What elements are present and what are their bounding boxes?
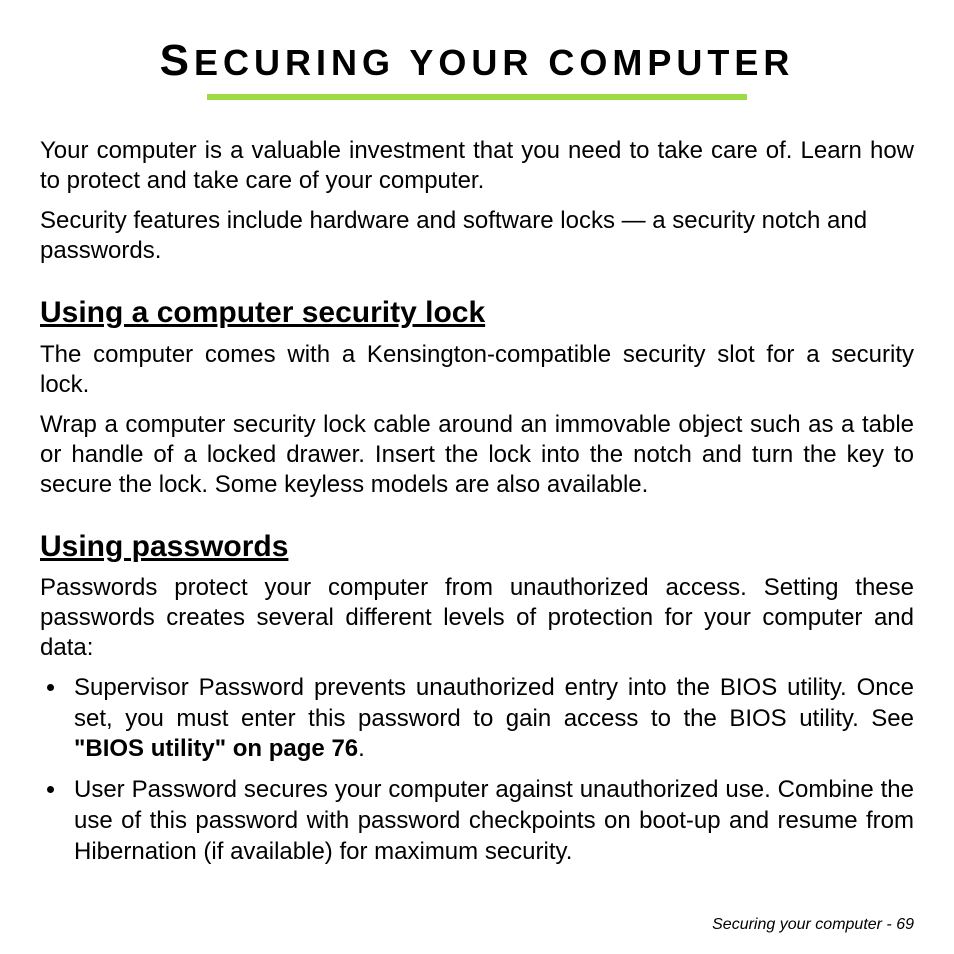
list-item: User Password secures your computer agai… [68, 775, 914, 867]
list-item: Supervisor Password prevents unauthorize… [68, 673, 914, 765]
body-text: Your computer is a valuable investment t… [40, 136, 914, 867]
bullet-text-pre: Supervisor Password prevents unauthorize… [74, 674, 914, 732]
section-heading-security-lock: Using a computer security lock [40, 294, 914, 332]
bullet-text-pre: User Password secures your computer agai… [74, 776, 914, 864]
page-title-wrap: SECURING YOUR COMPUTER [40, 36, 914, 100]
document-page: SECURING YOUR COMPUTER Your computer is … [0, 0, 954, 954]
section1-paragraph-2: Wrap a computer security lock cable arou… [40, 410, 914, 500]
section1-paragraph-1: The computer comes with a Kensington-com… [40, 340, 914, 400]
intro-paragraph-2: Security features include hardware and s… [40, 206, 914, 266]
page-footer: Securing your computer - 69 [712, 916, 914, 934]
section-heading-passwords: Using passwords [40, 528, 914, 566]
section2-paragraph-1: Passwords protect your computer from una… [40, 573, 914, 663]
page-title-first-letter: S [160, 36, 194, 85]
passwords-bullet-list: Supervisor Password prevents unauthorize… [40, 673, 914, 867]
page-title-rest: ECURING YOUR COMPUTER [194, 42, 794, 83]
bullet-text-post: . [358, 735, 365, 762]
title-underline [207, 94, 747, 100]
intro-paragraph-1: Your computer is a valuable investment t… [40, 136, 914, 196]
bullet-text-bold: "BIOS utility" on page 76 [74, 735, 358, 762]
